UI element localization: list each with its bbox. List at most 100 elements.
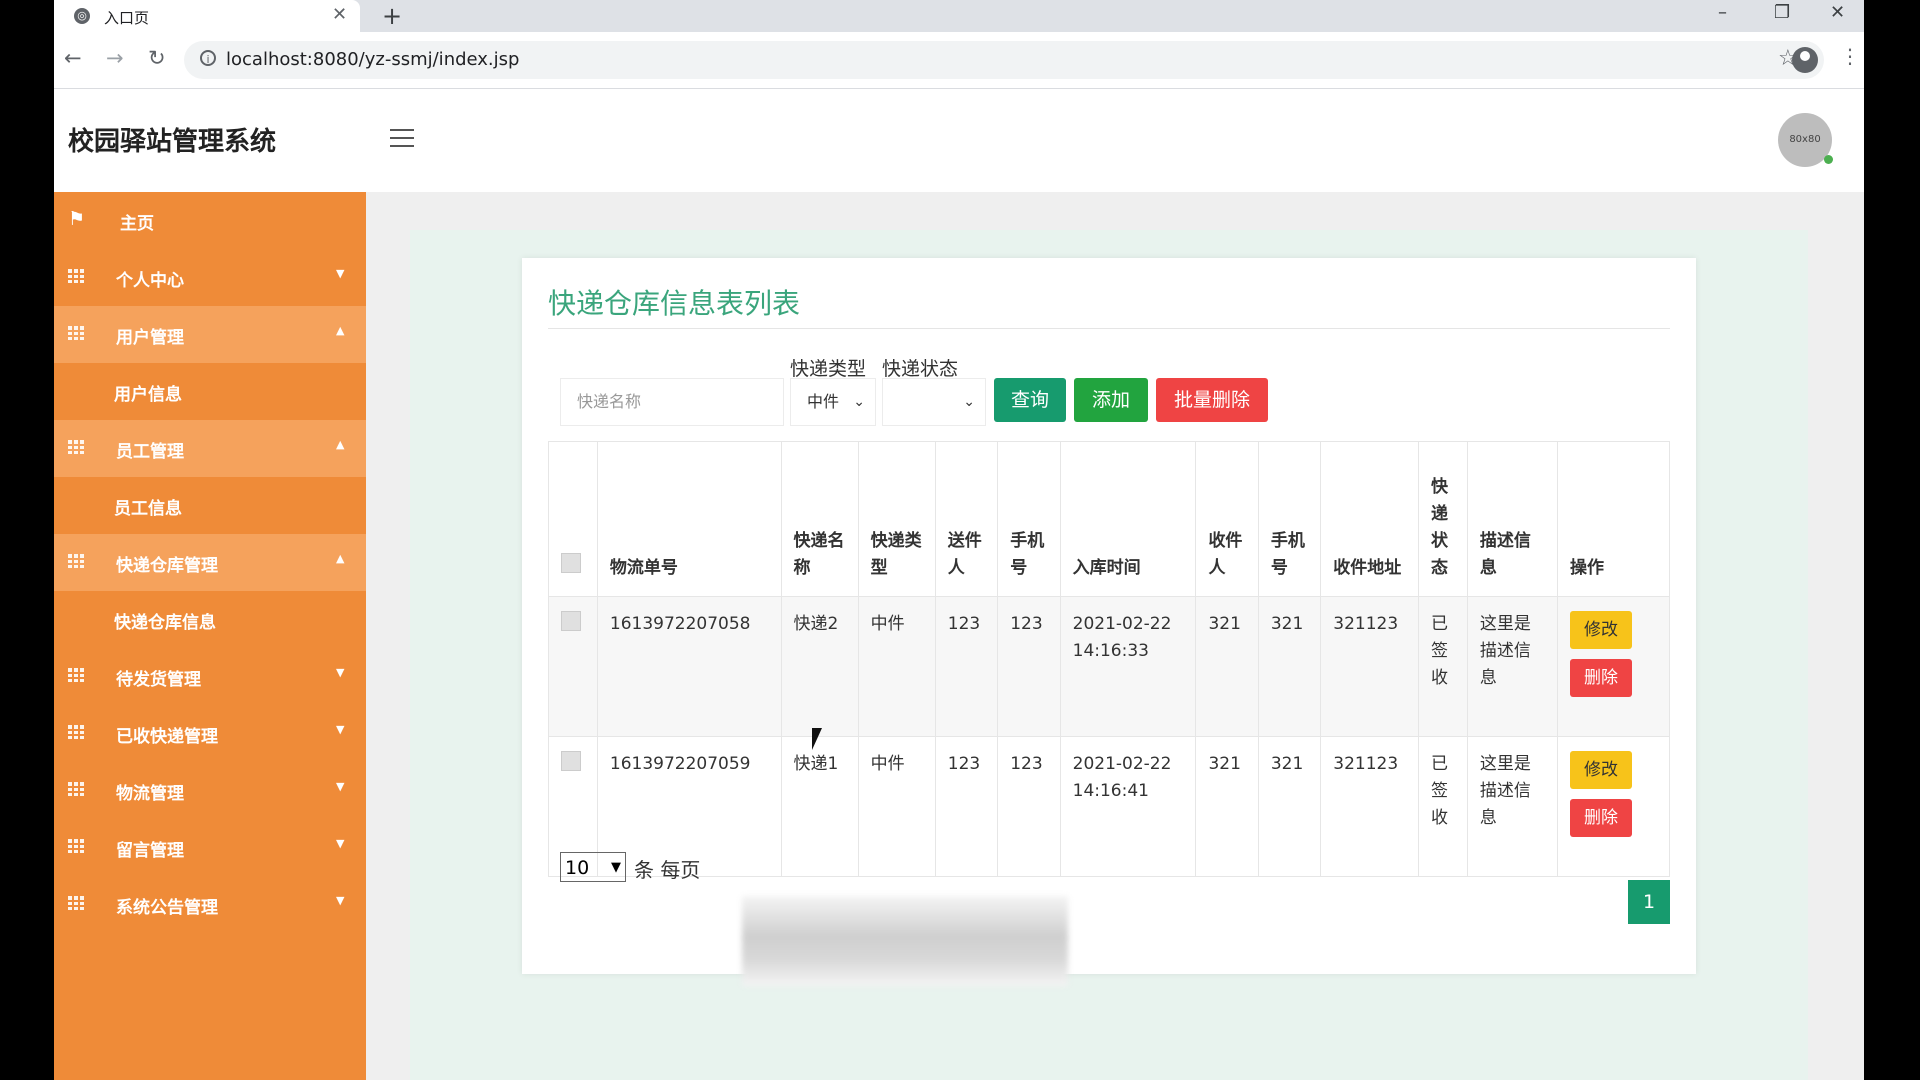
restore-icon[interactable]: ❐ <box>1774 2 1790 23</box>
page-number-button[interactable]: 1 <box>1628 880 1670 924</box>
select-all-cell <box>548 441 598 597</box>
table-row: 1613972207058 快递2 中件 123 123 2021-02-22 … <box>548 596 1670 737</box>
col-name[interactable]: 快递名称 <box>780 441 859 597</box>
caret-up-icon: ▲ <box>336 438 345 451</box>
cell-name: 快递2 <box>780 596 859 737</box>
col-sender-phone[interactable]: 手机号 <box>997 441 1061 597</box>
col-sender[interactable]: 送件人 <box>934 441 999 597</box>
sidebar-subitem-warehouse-info[interactable]: 快递仓库信息 <box>54 591 366 648</box>
reload-icon[interactable]: ↻ <box>148 46 166 70</box>
sidebar-item-label: 员工信息 <box>114 499 182 519</box>
browser-window: ◎ 入口页 ✕ + – ❐ ✕ ← → ↻ i localhost:8080/y… <box>54 0 1864 1080</box>
col-address[interactable]: 收件地址 <box>1320 441 1419 597</box>
add-button[interactable]: 添加 <box>1074 378 1148 422</box>
grid-icon <box>68 326 84 340</box>
cell-name: 快递1 <box>780 736 859 877</box>
blurred-overlay <box>742 896 1068 986</box>
caret-down-icon: ▼ <box>336 780 345 793</box>
sidebar-item-home[interactable]: ⚑ 主页 <box>54 192 366 249</box>
col-type[interactable]: 快递类型 <box>857 441 936 597</box>
status-filter-label: 快递状态 <box>882 358 959 380</box>
sidebar-item-received-parcels[interactable]: 已收快递管理 ▼ <box>54 705 366 762</box>
new-tab-button[interactable]: + <box>382 2 402 30</box>
cell-sender: 123 <box>934 596 999 737</box>
delete-button[interactable]: 删除 <box>1570 799 1633 837</box>
app-header: 校园驿站管理系统 80x80 <box>54 89 1864 192</box>
info-icon[interactable]: i <box>200 50 216 66</box>
col-tracking-no[interactable]: 物流单号 <box>596 441 782 597</box>
select-all-checkbox[interactable] <box>561 553 581 573</box>
edit-button[interactable]: 修改 <box>1570 611 1633 649</box>
chevron-down-icon: ⌄ <box>963 394 975 410</box>
url-text[interactable]: localhost:8080/yz-ssmj/index.jsp <box>226 49 519 70</box>
col-status[interactable]: 快递状态 <box>1417 441 1468 597</box>
row-checkbox[interactable] <box>561 611 581 631</box>
sidebar-subitem-user-info[interactable]: 用户信息 <box>54 363 366 420</box>
col-actions: 操作 <box>1557 441 1670 597</box>
globe-icon: ◎ <box>74 8 90 24</box>
name-search-input[interactable]: 快递名称 <box>560 378 784 426</box>
status-select[interactable]: ⌄ <box>882 378 986 426</box>
cell-receiver: 321 <box>1195 736 1259 877</box>
caret-down-icon: ▼ <box>336 723 345 736</box>
col-receiver[interactable]: 收件人 <box>1195 441 1259 597</box>
sidebar-item-announcements[interactable]: 系统公告管理 ▼ <box>54 876 366 933</box>
sidebar-item-logistics[interactable]: 物流管理 ▼ <box>54 762 366 819</box>
profile-icon[interactable] <box>1792 47 1818 73</box>
tab-strip: ◎ 入口页 ✕ + – ❐ ✕ <box>54 0 1864 32</box>
sidebar-item-warehouse-management[interactable]: 快递仓库管理 ▲ <box>54 534 366 591</box>
window-close-icon[interactable]: ✕ <box>1830 2 1845 23</box>
sidebar-item-label: 员工管理 <box>116 442 184 462</box>
sidebar-item-user-management[interactable]: 用户管理 ▲ <box>54 306 366 363</box>
hamburger-menu-icon[interactable] <box>390 129 414 147</box>
close-tab-icon[interactable]: ✕ <box>332 4 347 25</box>
edit-button[interactable]: 修改 <box>1570 751 1633 789</box>
cell-receiver-phone: 321 <box>1257 736 1322 877</box>
tab-title: 入口页 <box>104 9 150 27</box>
browser-tab[interactable]: ◎ 入口页 ✕ <box>54 0 360 32</box>
grid-icon <box>68 782 84 796</box>
sidebar-item-pending-shipment[interactable]: 待发货管理 ▼ <box>54 648 366 705</box>
forward-icon[interactable]: → <box>106 46 124 70</box>
cell-tracking-no: 1613972207058 <box>596 596 782 737</box>
batch-delete-button[interactable]: 批量删除 <box>1156 378 1268 422</box>
sidebar-item-label: 快递仓库管理 <box>116 556 218 576</box>
col-desc[interactable]: 描述信息 <box>1466 441 1559 597</box>
caret-down-icon: ▼ <box>336 894 345 907</box>
cell-status: 已签收 <box>1417 736 1468 877</box>
caret-up-icon: ▲ <box>336 552 345 565</box>
col-receiver-phone[interactable]: 手机号 <box>1257 441 1322 597</box>
more-menu-icon[interactable]: ⋮ <box>1840 44 1860 68</box>
minimize-icon[interactable]: – <box>1718 2 1727 23</box>
caret-up-icon: ▲ <box>336 324 345 337</box>
sidebar-item-personal-center[interactable]: 个人中心 ▼ <box>54 249 366 306</box>
query-button[interactable]: 查询 <box>994 378 1066 422</box>
back-icon[interactable]: ← <box>64 46 82 70</box>
page-size-value: 10 <box>565 857 590 879</box>
row-checkbox[interactable] <box>561 751 581 771</box>
cell-actions: 修改 删除 <box>1557 596 1670 737</box>
chevron-down-icon: ▼ <box>611 860 621 875</box>
cell-address: 321123 <box>1320 736 1419 877</box>
address-bar: ← → ↻ i localhost:8080/yz-ssmj/index.jsp… <box>54 32 1864 89</box>
sidebar-item-label: 系统公告管理 <box>116 898 218 918</box>
cell-type: 中件 <box>857 736 936 877</box>
table-header-row: 物流单号 快递名称 快递类型 送件人 手机号 入库时间 收件人 手机号 收件地址… <box>548 441 1670 597</box>
sidebar-item-messages[interactable]: 留言管理 ▼ <box>54 819 366 876</box>
type-select[interactable]: 中件 ⌄ <box>790 378 876 426</box>
sidebar-item-label: 快递仓库信息 <box>114 613 216 633</box>
sidebar-item-staff-management[interactable]: 员工管理 ▲ <box>54 420 366 477</box>
url-box[interactable]: i localhost:8080/yz-ssmj/index.jsp ☆ <box>184 41 1824 79</box>
col-in-time[interactable]: 入库时间 <box>1059 441 1197 597</box>
cell-sender-phone: 123 <box>997 736 1061 877</box>
divider <box>548 328 1670 329</box>
cell-actions: 修改 删除 <box>1557 736 1670 877</box>
delete-button[interactable]: 删除 <box>1570 659 1633 697</box>
grid-icon <box>68 839 84 853</box>
sidebar: ⚑ 主页 个人中心 ▼ 用户管理 ▲ 用户信息 员工管理 ▲ 员工信息 快递仓库… <box>54 192 366 1080</box>
sidebar-subitem-staff-info[interactable]: 员工信息 <box>54 477 366 534</box>
page-size-select[interactable]: 10 ▼ <box>560 852 626 882</box>
mouse-cursor-icon <box>812 728 828 750</box>
type-filter-label: 快递类型 <box>790 358 867 380</box>
cell-status: 已签收 <box>1417 596 1468 737</box>
